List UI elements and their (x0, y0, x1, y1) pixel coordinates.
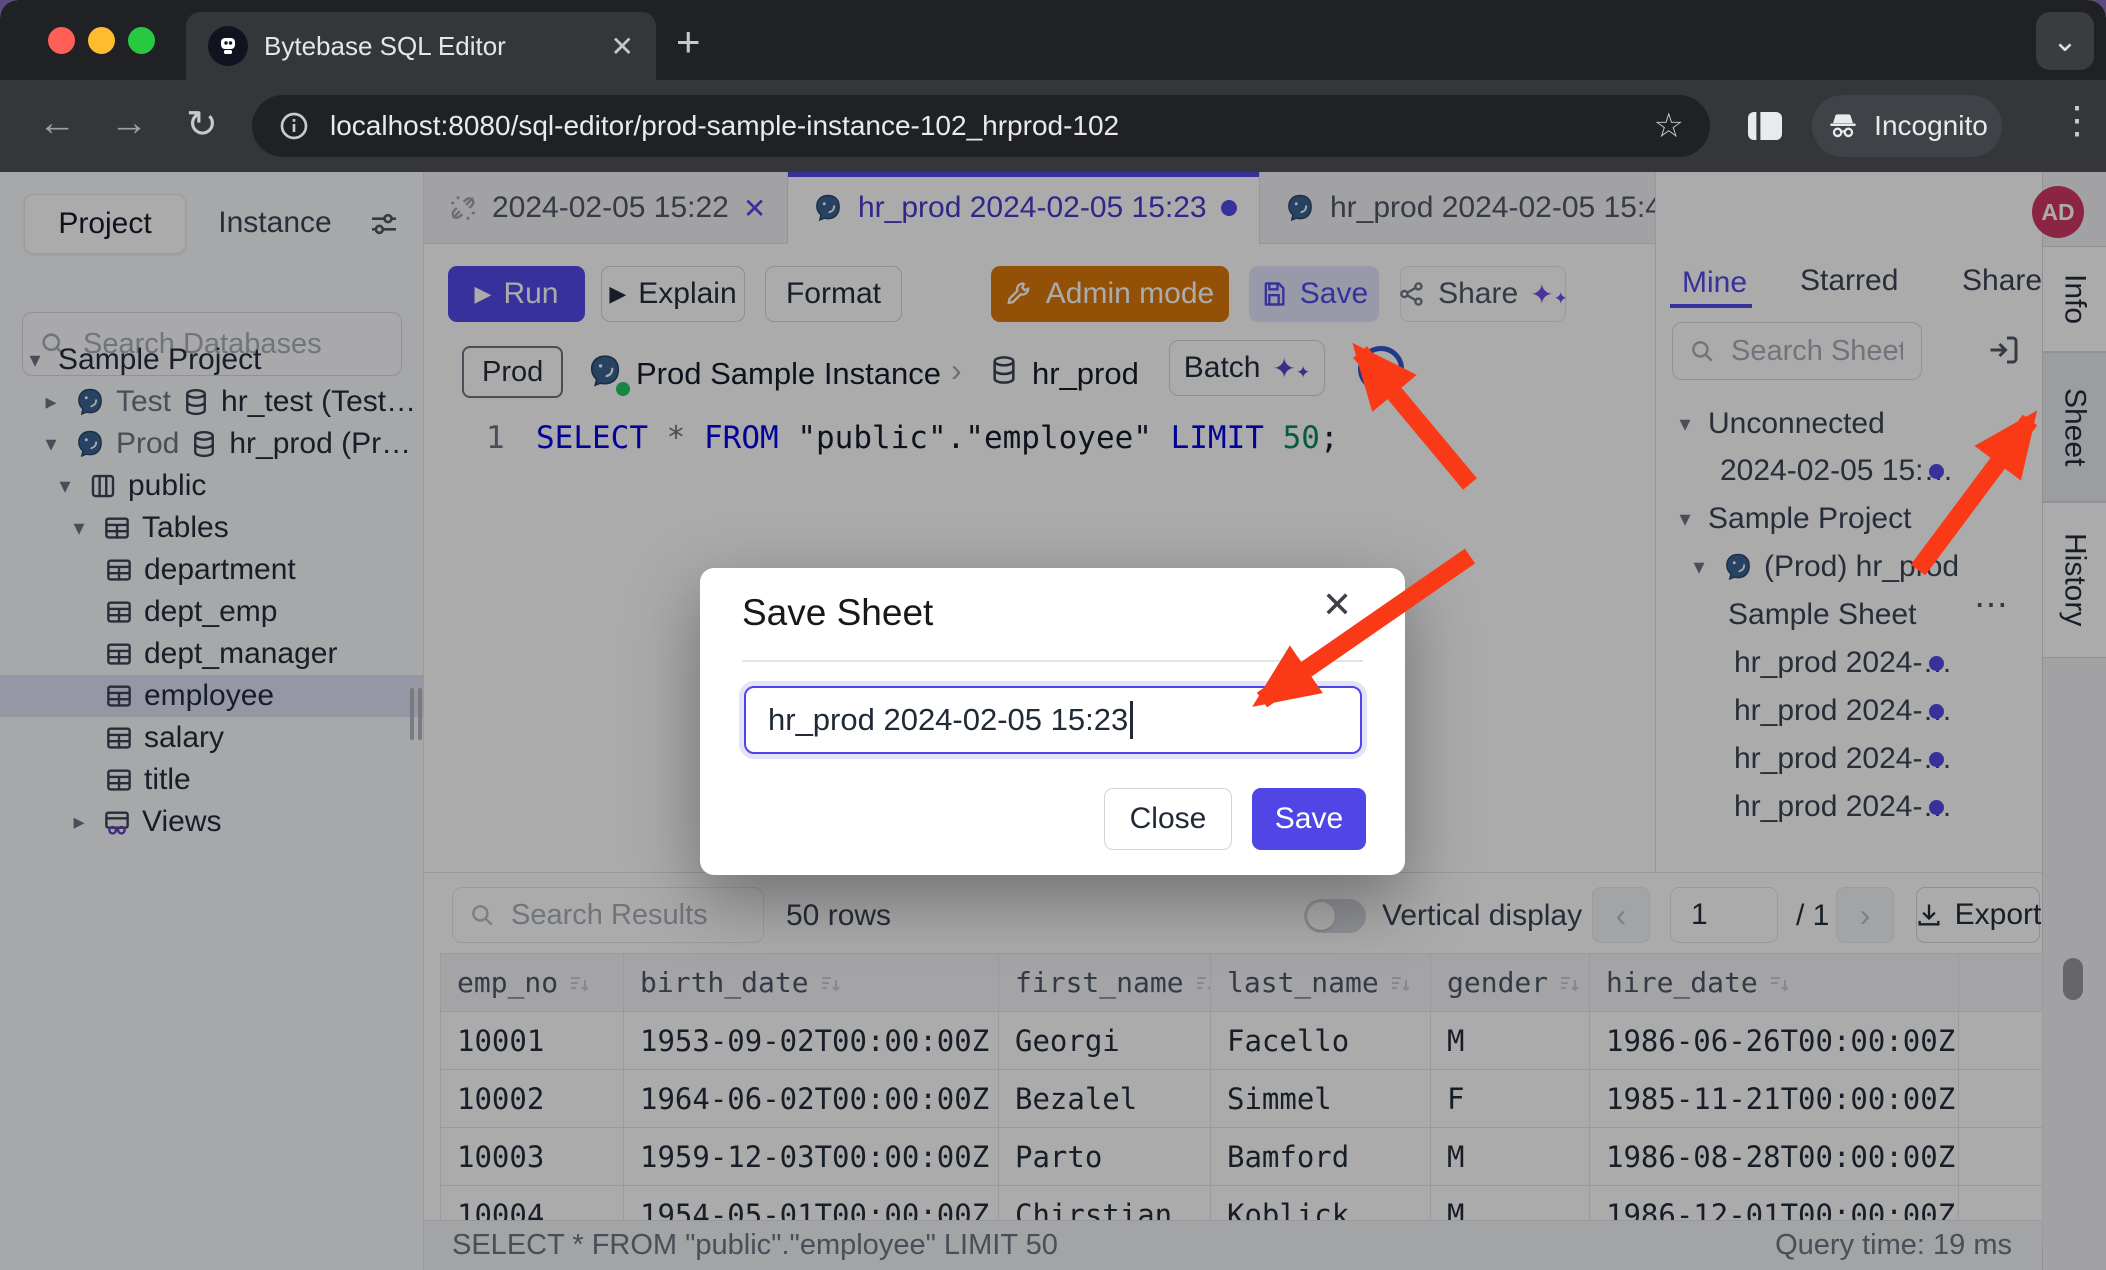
dialog-close-icon[interactable]: ✕ (1322, 584, 1352, 626)
incognito-badge: Incognito (1812, 95, 2002, 157)
text-cursor (1130, 701, 1133, 739)
dialog-save-button[interactable]: Save (1252, 788, 1366, 850)
new-tab-button[interactable]: + (676, 18, 701, 66)
bookmark-star-icon[interactable]: ☆ (1654, 106, 1684, 146)
dialog-close-button[interactable]: Close (1104, 788, 1232, 850)
dialog-divider (742, 660, 1363, 662)
browser-tab-strip: Bytebase SQL Editor ✕ + ⌄ (0, 0, 2106, 80)
browser-menu-icon[interactable]: ⋮ (2058, 98, 2096, 143)
back-button[interactable]: ← (38, 102, 76, 145)
window-zoom-button[interactable] (128, 27, 155, 54)
site-info-icon[interactable] (278, 110, 310, 142)
dialog-title: Save Sheet (742, 592, 933, 634)
browser-tab[interactable]: Bytebase SQL Editor ✕ (186, 12, 656, 80)
tab-search-chevron-button[interactable]: ⌄ (2036, 12, 2094, 70)
window-minimize-button[interactable] (88, 27, 115, 54)
reload-button[interactable]: ↻ (186, 102, 218, 147)
browser-window: Bytebase SQL Editor ✕ + ⌄ ← → ↻ localhos… (0, 0, 2106, 1270)
browser-toolbar: ← → ↻ localhost:8080/sql-editor/prod-sam… (0, 80, 2106, 172)
forward-button[interactable]: → (110, 102, 148, 145)
browser-tab-title: Bytebase SQL Editor (264, 31, 595, 62)
bytebase-favicon (208, 26, 248, 66)
incognito-label: Incognito (1874, 110, 1988, 142)
incognito-icon (1826, 109, 1860, 143)
window-close-button[interactable] (48, 27, 75, 54)
side-panel-icon[interactable] (1744, 106, 1786, 146)
address-bar[interactable]: localhost:8080/sql-editor/prod-sample-in… (252, 95, 1710, 157)
sheet-name-value: hr_prod 2024-02-05 15:23 (768, 702, 1128, 738)
sheet-name-input[interactable]: hr_prod 2024-02-05 15:23 (744, 686, 1362, 754)
bytebase-app: Project Instance ▾ Sample Project ▸ Test (0, 172, 2106, 1270)
url-text: localhost:8080/sql-editor/prod-sample-in… (330, 110, 1634, 142)
tab-close-icon[interactable]: ✕ (611, 30, 634, 63)
